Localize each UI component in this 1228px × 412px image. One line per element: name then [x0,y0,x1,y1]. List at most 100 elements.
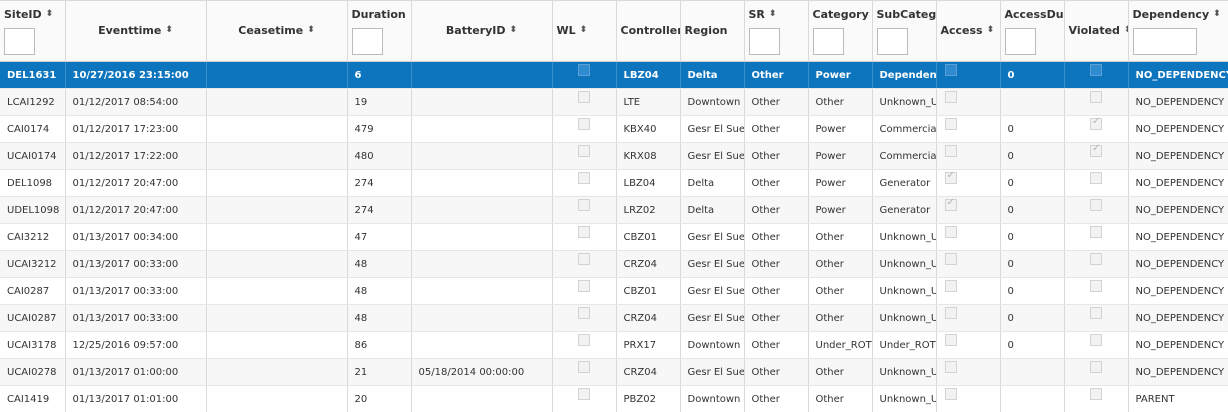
sort-icon[interactable]: ⬍ [46,9,54,19]
sort-icon[interactable]: ⬍ [307,25,315,35]
violated-checkbox[interactable] [1090,91,1102,103]
cell-site-id: LCAI1292 [0,88,66,116]
cell-dependency: NO_DEPENDENCY [1128,358,1228,386]
column-label: Region [684,23,728,37]
table-row[interactable]: LCAI1292 01/12/2017 08:54:00 19 LTE Downtown… [0,88,1228,116]
access-checkbox[interactable] [944,118,957,130]
events-grid: SiteID⬍Eventtime⬍Ceasetime⬍Duration⬍Batt… [0,0,1228,412]
table-row[interactable]: UDEL1098 01/12/2017 20:47:00 274 LRZ02 Delta… [0,196,1228,224]
access-checkbox[interactable] [944,253,957,265]
cell-duration: 20 [347,385,412,412]
cell-cease-time [206,88,348,116]
wl-checkbox[interactable] [578,361,590,373]
table-row[interactable]: CAI1419 01/13/2017 01:01:00 20 PBZ02 Downtow… [0,385,1228,412]
column-header-violated[interactable]: Violated⬍ [1064,0,1129,62]
column-header-ceasetime[interactable]: Ceasetime ⬍ [206,0,348,62]
cell-wl [552,61,617,89]
cell-event-time: 01/12/2017 20:47:00 [65,196,207,224]
filter-input-siteid[interactable] [4,28,35,55]
sort-icon[interactable]: ⬍ [1213,9,1221,19]
cell-access-duration: 0 [1000,142,1065,170]
table-row[interactable]: CAI0174 01/12/2017 17:23:00 479 KBX40 Gesr E… [0,115,1228,143]
cell-controller: LBZ04 [616,169,681,197]
violated-checkbox[interactable] [1090,253,1102,265]
column-header-access[interactable]: Access ⬍ [936,0,1001,62]
wl-checkbox[interactable] [578,307,590,319]
column-header-batteryid[interactable]: BatteryID ⬍ [411,0,553,62]
sort-icon[interactable]: ⬍ [580,25,588,35]
access-checkbox[interactable] [944,226,957,238]
wl-checkbox[interactable] [578,226,590,238]
sort-icon[interactable]: ⬍ [987,25,995,35]
wl-checkbox[interactable] [578,91,590,103]
cell-dependency: NO_DEPENDENCY [1128,304,1228,332]
violated-checkbox[interactable] [1090,334,1102,346]
violated-checkbox[interactable] [1090,388,1102,400]
sort-icon[interactable]: ⬍ [165,25,173,35]
column-label: Duration [351,7,406,21]
cell-access [936,304,1001,332]
violated-checkbox[interactable] [1090,280,1102,292]
column-header-eventtime[interactable]: Eventtime ⬍ [65,0,207,62]
violated-checkbox[interactable] [1090,64,1102,76]
cell-category: Under_ROT [808,331,873,359]
wl-checkbox[interactable] [578,253,590,265]
wl-checkbox[interactable] [578,172,590,184]
cell-access-duration [1000,358,1065,386]
wl-checkbox[interactable] [578,64,590,76]
table-row[interactable]: CAI0287 01/13/2017 00:33:00 48 CBZ01 Gesr El… [0,277,1228,305]
access-checkbox[interactable] [944,388,957,400]
wl-checkbox[interactable] [578,145,590,157]
cell-access-duration [1000,88,1065,116]
column-header-wl[interactable]: WL ⬍ [552,0,617,62]
filter-input-subcategory[interactable] [876,28,908,55]
violated-checkbox[interactable] [1090,307,1102,319]
wl-checkbox[interactable] [578,280,590,292]
filter-input-dependency[interactable] [1132,28,1197,55]
table-row[interactable]: UCAI0278 01/13/2017 01:00:00 21 05/18/2014 … [0,358,1228,386]
column-header-siteid[interactable]: SiteID ⬍ [0,0,66,62]
violated-checkbox[interactable] [1090,172,1102,184]
access-checkbox[interactable] [944,280,957,292]
column-header-duration[interactable]: Duration⬍ [347,0,412,62]
violated-checkbox[interactable] [1090,116,1102,130]
wl-checkbox[interactable] [578,118,590,130]
access-checkbox[interactable] [944,361,957,373]
table-row[interactable]: CAI3212 01/13/2017 00:34:00 47 CBZ01 Gesr El… [0,223,1228,251]
table-row[interactable]: UCAI0287 01/13/2017 00:33:00 48 CRZ04 Gesr E… [0,304,1228,332]
sort-icon[interactable]: ⬍ [510,25,518,35]
wl-checkbox[interactable] [578,199,590,211]
access-checkbox[interactable] [944,91,957,103]
cell-access [936,61,1001,89]
access-checkbox[interactable] [944,197,957,211]
violated-checkbox[interactable] [1090,226,1102,238]
cell-access [936,250,1001,278]
table-row[interactable]: UCAI0174 01/12/2017 17:22:00 480 KRX08 Gesr … [0,142,1228,170]
table-row[interactable]: DEL1631 10/27/2016 23:15:00 6 LBZ04 Delta Oth… [0,61,1228,89]
filter-input-sr[interactable] [748,28,780,55]
wl-checkbox[interactable] [578,388,590,400]
violated-checkbox[interactable] [1090,361,1102,373]
access-checkbox[interactable] [944,64,957,76]
column-header-dependency[interactable]: Dependency ⬍ [1128,0,1228,62]
table-row[interactable]: UCAI3178 12/25/2016 09:57:00 86 PRX17 Downto… [0,331,1228,359]
violated-checkbox[interactable] [1090,143,1102,157]
access-checkbox[interactable] [944,170,957,184]
cell-site-id: UCAI3178 [0,331,66,359]
access-checkbox[interactable] [944,334,957,346]
column-header-sr[interactable]: SR ⬍ [744,0,809,62]
access-checkbox[interactable] [944,145,957,157]
violated-checkbox[interactable] [1090,199,1102,211]
column-header-subcategory: SubCategory [872,0,937,62]
table-row[interactable]: DEL1098 01/12/2017 20:47:00 274 LBZ04 Delta O… [0,169,1228,197]
sort-icon[interactable]: ⬍ [769,9,777,19]
filter-input-category[interactable] [812,28,844,55]
filter-input-duration[interactable] [351,28,383,55]
wl-checkbox[interactable] [578,334,590,346]
access-checkbox[interactable] [944,307,957,319]
cell-dependency: NO_DEPENDENCY [1128,115,1228,143]
cell-cease-time [206,385,348,412]
filter-input-accessduration[interactable] [1004,28,1036,55]
table-row[interactable]: UCAI3212 01/13/2017 00:33:00 48 CRZ04 Gesr E… [0,250,1228,278]
cell-subcategory: Under_ROT [872,331,937,359]
